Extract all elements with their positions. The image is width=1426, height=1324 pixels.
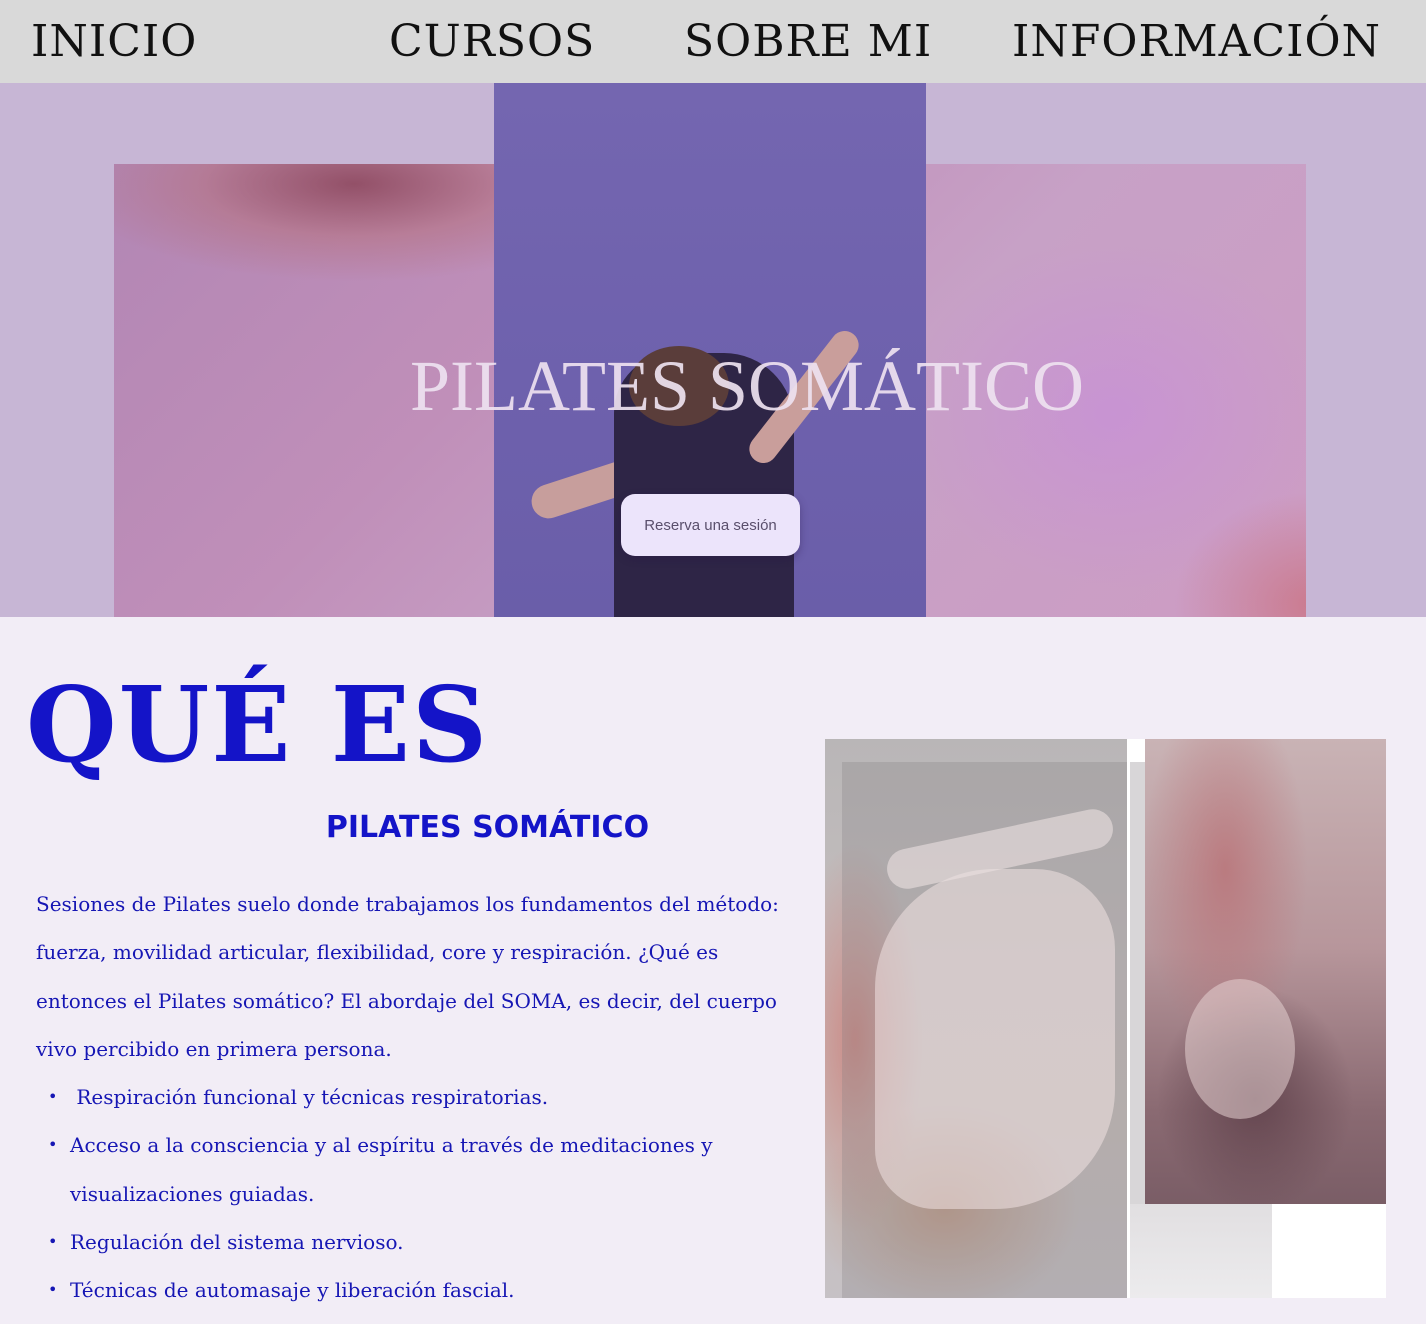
top-nav: INICIO CURSOS SOBRE MI INFORMACIÓN <box>0 0 1426 83</box>
pilates-collage-image <box>825 739 1386 1298</box>
bullet-icon: • <box>48 1280 58 1300</box>
feature-text: Regulación del sistema nervioso. <box>70 1229 404 1254</box>
feature-text: Acceso a la consciencia y al espíritu a … <box>70 1133 713 1206</box>
nav-item-cursos[interactable]: CURSOS <box>389 14 595 70</box>
feature-text: Técnicas de automasaje y liberación fasc… <box>70 1278 515 1303</box>
list-item: • Regulación del sistema nervioso. <box>36 1218 796 1266</box>
bullet-icon: • <box>48 1087 58 1106</box>
book-session-button[interactable]: Reserva una sesión <box>621 494 800 556</box>
collage-photo-right <box>1145 739 1386 1204</box>
hero-section: PILATES SOMÁTICO Reserva una sesión <box>0 83 1426 617</box>
list-item: • Respiración funcional y técnicas respi… <box>36 1073 796 1121</box>
nav-item-inicio[interactable]: INICIO <box>31 14 197 70</box>
collage-lower-block <box>1130 1204 1272 1298</box>
bullet-icon: • <box>48 1231 58 1251</box>
description-paragraph: Sesiones de Pilates suelo donde trabajam… <box>36 892 779 1061</box>
section-heading: QUÉ ES <box>26 663 490 786</box>
feature-list: • Respiración funcional y técnicas respi… <box>36 1073 796 1314</box>
collage-photo-left <box>825 739 1127 1298</box>
collage-face-figure <box>1185 979 1295 1119</box>
feature-text: Respiración funcional y técnicas respira… <box>70 1085 549 1109</box>
nav-item-informacion[interactable]: INFORMACIÓN <box>1012 14 1381 70</box>
collage-body-figure <box>875 869 1115 1209</box>
bullet-icon: • <box>48 1135 58 1155</box>
list-item: • Acceso a la consciencia y al espíritu … <box>36 1121 796 1218</box>
list-item: • Técnicas de automasaje y liberación fa… <box>36 1266 796 1314</box>
dancer-head <box>629 346 729 426</box>
nav-item-sobre-mi[interactable]: SOBRE MI <box>684 14 932 70</box>
